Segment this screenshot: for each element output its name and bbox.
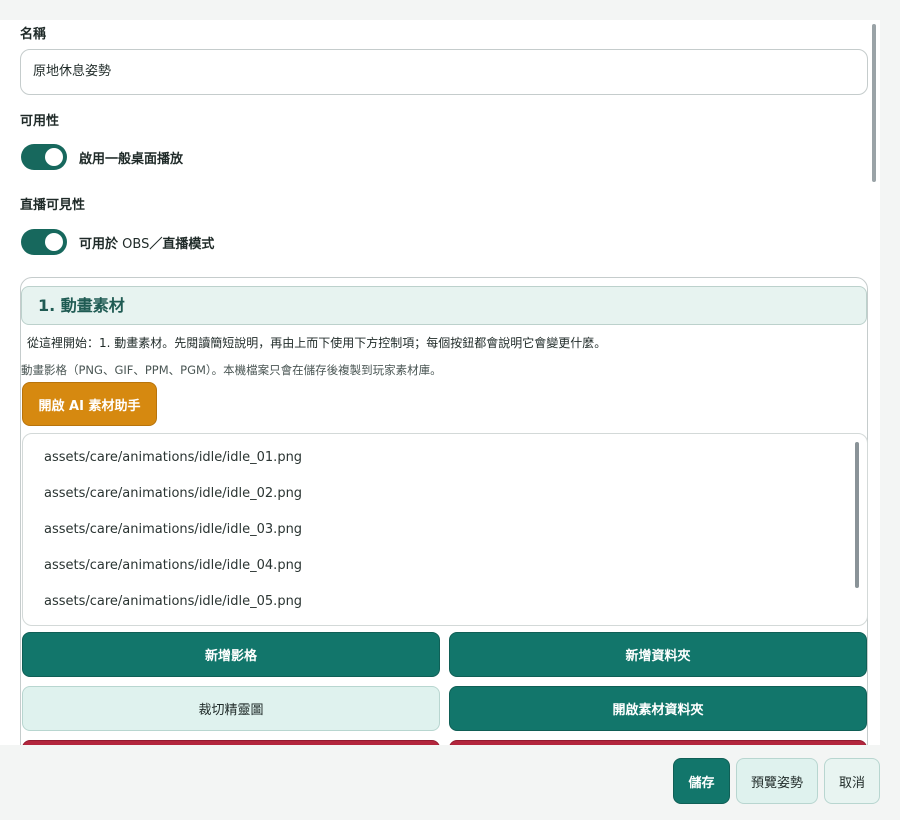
stream-toggle-label-obs: OBS xyxy=(118,236,150,252)
danger-button-left[interactable] xyxy=(22,740,440,745)
panel-scrollbar[interactable] xyxy=(872,24,876,182)
list-item[interactable]: assets/care/animations/idle/idle_05.png xyxy=(44,594,302,609)
stream-toggle-label: 可用於 OBS／直播模式 xyxy=(79,233,214,252)
open-asset-folder-button[interactable]: 開啟素材資料夾 xyxy=(449,686,867,731)
list-scrollbar[interactable] xyxy=(855,442,859,588)
pose-editor-panel: 名稱 原地休息姿勢 可用性 啟用一般桌面播放 直播可見性 可用於 OBS／直播模… xyxy=(0,20,880,745)
animation-assets-section: 1. 動畫素材 從這裡開始：1. 動畫素材。先閱讀簡短說明，再由上而下使用下方控… xyxy=(20,277,868,745)
toggle-knob xyxy=(45,148,63,166)
toggle-knob xyxy=(45,233,63,251)
preview-pose-button[interactable]: 預覽姿勢 xyxy=(736,758,818,804)
availability-toggle-row[interactable]: 啟用一般桌面播放 xyxy=(21,144,183,170)
name-input[interactable]: 原地休息姿勢 xyxy=(20,49,868,95)
cancel-button[interactable]: 取消 xyxy=(824,758,880,804)
add-folder-button[interactable]: 新增資料夾 xyxy=(449,632,867,677)
save-button[interactable]: 儲存 xyxy=(673,758,730,804)
list-item[interactable]: assets/care/animations/idle/idle_02.png xyxy=(44,486,302,501)
list-item[interactable]: assets/care/animations/idle/idle_04.png xyxy=(44,558,302,573)
section-hint: 動畫影格（PNG、GIF、PPM、PGM）。本機檔案只會在儲存後複製到玩家素材庫… xyxy=(21,363,442,377)
section-title[interactable]: 1. 動畫素材 xyxy=(21,286,867,325)
stream-toggle-label-rest: ／直播模式 xyxy=(149,236,215,252)
danger-button-right[interactable] xyxy=(449,740,867,745)
add-frame-button[interactable]: 新增影格 xyxy=(22,632,440,677)
crop-sprite-button[interactable]: 裁切精靈圖 xyxy=(22,686,440,731)
availability-toggle-label: 啟用一般桌面播放 xyxy=(79,151,184,167)
name-label: 名稱 xyxy=(20,27,47,42)
list-item[interactable]: assets/care/animations/idle/idle_03.png xyxy=(44,522,302,537)
section-intro: 從這裡開始：1. 動畫素材。先閱讀簡短說明，再由上而下使用下方控制項；每個按鈕都… xyxy=(27,336,607,350)
availability-toggle[interactable] xyxy=(21,144,67,170)
stream-toggle-label-bold: 可用於 xyxy=(79,236,119,252)
frame-file-list[interactable]: assets/care/animations/idle/idle_01.png … xyxy=(22,433,868,626)
stream-toggle-row[interactable]: 可用於 OBS／直播模式 xyxy=(21,229,214,255)
open-ai-assistant-button[interactable]: 開啟 AI 素材助手 xyxy=(22,382,157,426)
availability-label: 可用性 xyxy=(20,114,60,129)
stream-visibility-label: 直播可見性 xyxy=(20,198,86,213)
stream-toggle[interactable] xyxy=(21,229,67,255)
list-item[interactable]: assets/care/animations/idle/idle_01.png xyxy=(44,450,302,465)
